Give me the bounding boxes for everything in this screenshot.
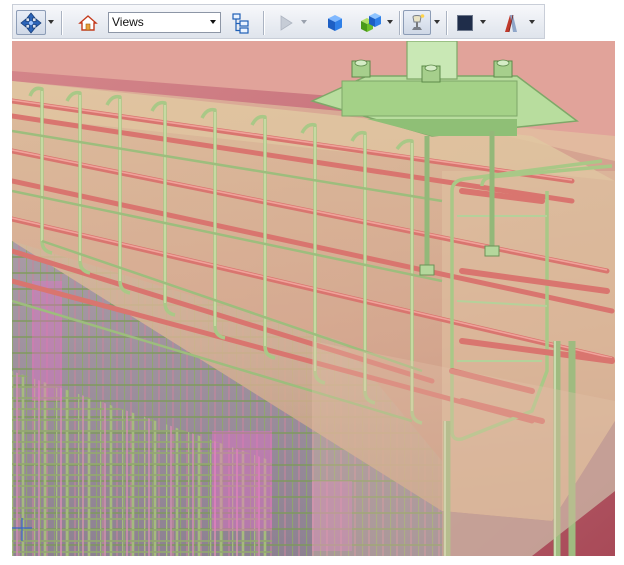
play-dropdown-arrow[interactable]: [301, 20, 307, 24]
main-toolbar: Views: [12, 4, 545, 39]
background-color-button[interactable]: [453, 10, 477, 35]
multi-object-button[interactable]: [356, 10, 384, 35]
home-button[interactable]: [76, 10, 100, 35]
navigate-tool-button[interactable]: [16, 10, 46, 35]
solid-cube-icon: [328, 14, 342, 31]
toolbar-separator: [446, 11, 447, 35]
background-color-dropdown-arrow[interactable]: [480, 20, 486, 24]
lighting-dropdown-arrow[interactable]: [434, 20, 440, 24]
views-combo[interactable]: Views: [108, 12, 221, 33]
toolbar-separator: [61, 11, 62, 35]
home-icon: [78, 14, 98, 31]
section-plane-icon: [505, 14, 517, 32]
solid-view-button[interactable]: [323, 10, 347, 35]
multi-cube-icon: [361, 12, 381, 32]
background-color-icon: [457, 14, 473, 31]
lighting-button[interactable]: [403, 10, 431, 35]
3d-viewport[interactable]: [12, 41, 615, 556]
model-tree-button[interactable]: [228, 10, 254, 35]
rebar-cage-scene: [12, 41, 615, 556]
lighting-icon: [412, 13, 425, 30]
navigate-dropdown-arrow[interactable]: [48, 20, 54, 24]
section-plane-button[interactable]: [498, 10, 524, 35]
toolbar-separator: [399, 11, 400, 35]
section-plane-dropdown-arrow[interactable]: [529, 20, 535, 24]
chevron-down-icon: [210, 20, 216, 24]
model-tree-icon: [232, 12, 249, 34]
play-button[interactable]: [275, 10, 297, 35]
play-icon: [280, 14, 293, 31]
toolbar-separator: [263, 11, 264, 35]
multi-object-dropdown-arrow[interactable]: [387, 20, 393, 24]
navigate-cross-icon: [20, 11, 42, 34]
views-combo-value: Views: [112, 15, 144, 29]
